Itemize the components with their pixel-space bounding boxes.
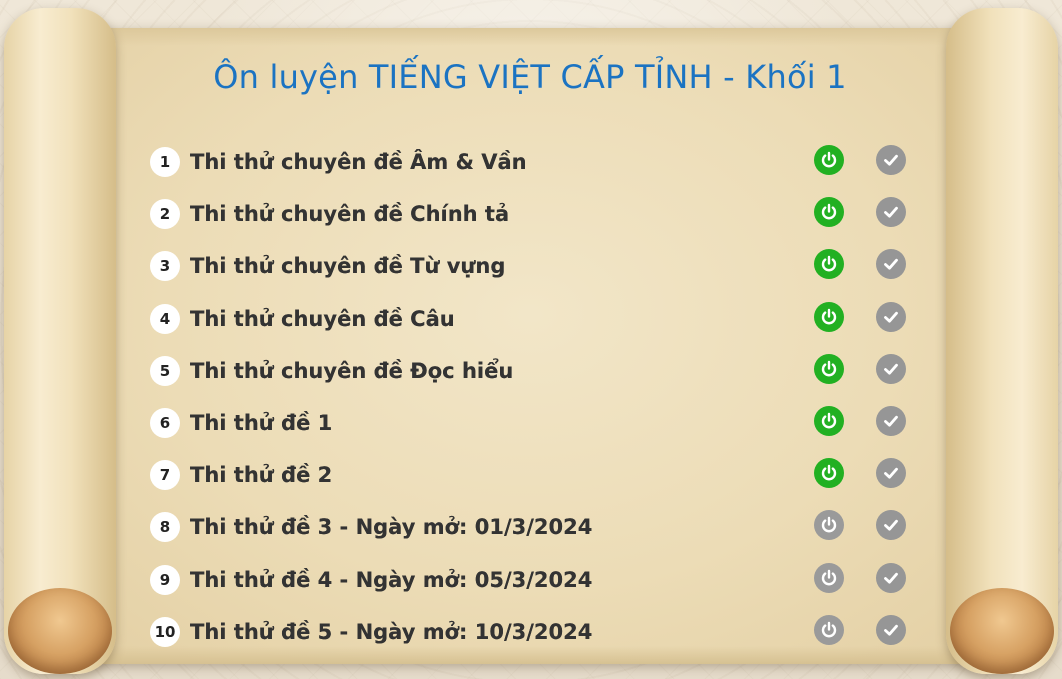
exam-list: 1 Thi thử chuyên đề Âm & Vần 2 Thi thử chuy… bbox=[150, 136, 920, 658]
item-number-badge: 2 bbox=[150, 199, 180, 230]
exam-item-link[interactable]: Thi thử đề 2 bbox=[190, 463, 332, 487]
item-number-badge: 6 bbox=[150, 408, 180, 439]
check-icon[interactable] bbox=[876, 562, 906, 593]
exam-item-link[interactable]: Thi thử chuyên đề Câu bbox=[190, 307, 455, 331]
item-number-badge: 7 bbox=[150, 460, 180, 491]
exam-item-link[interactable]: Thi thử đề 1 bbox=[190, 411, 332, 435]
exam-item[interactable]: 4 Thi thử chuyên đề Câu bbox=[150, 293, 920, 345]
check-icon[interactable] bbox=[876, 458, 906, 489]
exam-item[interactable]: 5 Thi thử chuyên đề Đọc hiểu bbox=[150, 345, 920, 397]
exam-item[interactable]: 9 Thi thử đề 4 - Ngày mở: 05/3/2024 bbox=[150, 554, 920, 606]
exam-item-link[interactable]: Thi thử chuyên đề Chính tả bbox=[190, 202, 509, 226]
power-icon[interactable] bbox=[814, 458, 844, 489]
scroll-roll-end-right bbox=[950, 588, 1054, 674]
check-icon[interactable] bbox=[876, 353, 906, 384]
item-number-badge: 9 bbox=[150, 564, 180, 595]
exam-item[interactable]: 6 Thi thử đề 1 bbox=[150, 397, 920, 449]
item-number-badge: 1 bbox=[150, 147, 180, 178]
item-number-badge: 10 bbox=[150, 616, 180, 647]
exam-item-link[interactable]: Thi thử đề 3 - Ngày mở: 01/3/2024 bbox=[190, 515, 592, 539]
power-icon[interactable] bbox=[814, 614, 844, 645]
power-icon[interactable] bbox=[814, 406, 844, 437]
exam-item[interactable]: 1 Thi thử chuyên đề Âm & Vần bbox=[150, 136, 920, 188]
power-icon[interactable] bbox=[814, 510, 844, 541]
exam-item-link[interactable]: Thi thử đề 4 - Ngày mở: 05/3/2024 bbox=[190, 568, 592, 592]
item-number-badge: 5 bbox=[150, 355, 180, 386]
check-icon[interactable] bbox=[876, 301, 906, 332]
power-icon[interactable] bbox=[814, 249, 844, 280]
power-icon[interactable] bbox=[814, 145, 844, 176]
item-number-badge: 8 bbox=[150, 512, 180, 543]
scroll-roll-left bbox=[4, 8, 116, 674]
check-icon[interactable] bbox=[876, 510, 906, 541]
check-icon[interactable] bbox=[876, 145, 906, 176]
check-icon[interactable] bbox=[876, 614, 906, 645]
power-icon[interactable] bbox=[814, 562, 844, 593]
exam-item[interactable]: 10 Thi thử đề 5 - Ngày mở: 10/3/2024 bbox=[150, 606, 920, 658]
scroll-roll-right bbox=[946, 8, 1058, 674]
exam-item[interactable]: 3 Thi thử chuyên đề Từ vựng bbox=[150, 240, 920, 292]
exam-item[interactable]: 2 Thi thử chuyên đề Chính tả bbox=[150, 188, 920, 240]
exam-item-link[interactable]: Thi thử chuyên đề Từ vựng bbox=[190, 254, 505, 278]
check-icon[interactable] bbox=[876, 406, 906, 437]
page-title: Ôn luyện TIẾNG VIỆT CẤP TỈNH - Khối 1 bbox=[213, 58, 847, 96]
exam-item[interactable]: 8 Thi thử đề 3 - Ngày mở: 01/3/2024 bbox=[150, 501, 920, 553]
power-icon[interactable] bbox=[814, 301, 844, 332]
item-number-badge: 4 bbox=[150, 303, 180, 334]
exam-item-link[interactable]: Thi thử chuyên đề Âm & Vần bbox=[190, 150, 527, 174]
check-icon[interactable] bbox=[876, 197, 906, 228]
exam-item-link[interactable]: Thi thử đề 5 - Ngày mở: 10/3/2024 bbox=[190, 620, 592, 644]
item-number-badge: 3 bbox=[150, 251, 180, 282]
scroll-roll-end-left bbox=[8, 588, 112, 674]
power-icon[interactable] bbox=[814, 353, 844, 384]
exam-item-link[interactable]: Thi thử chuyên đề Đọc hiểu bbox=[190, 359, 513, 383]
exam-item[interactable]: 7 Thi thử đề 2 bbox=[150, 449, 920, 501]
power-icon[interactable] bbox=[814, 197, 844, 228]
check-icon[interactable] bbox=[876, 249, 906, 280]
